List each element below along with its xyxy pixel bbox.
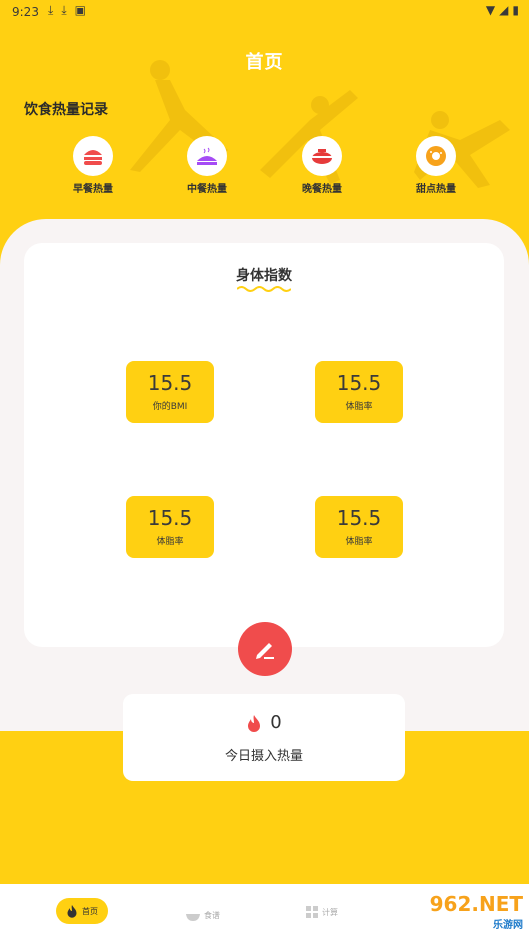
status-notification-icons: ⤓ ⤓ ▣ [48,3,86,18]
meal-row: 早餐热量 中餐热量 晚餐热量 甜点热量 [0,136,529,196]
metric-value: 15.5 [147,506,193,530]
watermark-logo: 962.NET 乐游网 [430,892,523,931]
app-icon: ▣ [74,3,86,17]
metric-label: 体脂率 [345,537,373,547]
bowl-icon [186,913,200,921]
flame-icon [67,905,77,918]
intake-card: 0 今日摄入热量 [123,694,405,781]
metric-value: 15.5 [147,371,193,395]
edit-button[interactable] [238,622,292,676]
tab-label: 计算 [322,907,338,917]
body-index-card: 身体指数 15.5 你的BMI 15.5 体脂率 15.5 体脂率 15.5 体… [24,243,504,647]
status-system-icons: ▼ ◢ ▮ [486,3,519,17]
tab-label: 首页 [82,906,98,916]
section-label: 饮食热量记录 [24,102,108,118]
metric-body-fat: 15.5 体脂率 [315,496,403,558]
intake-value: 0 [270,712,282,733]
tab-home[interactable]: 首页 [56,898,108,924]
meal-label: 甜点热量 [416,184,456,195]
meal-dinner-button[interactable]: 晚餐热量 [287,136,357,195]
metric-value: 15.5 [336,506,382,530]
meal-breakfast-button[interactable]: 早餐热量 [58,136,128,195]
dinner-icon [302,136,342,176]
meal-label: 中餐热量 [187,184,227,195]
breakfast-icon [73,136,113,176]
meal-lunch-button[interactable]: 中餐热量 [172,136,242,195]
wifi-icon: ▼ [485,3,496,17]
grid-icon [306,906,318,918]
metric-label: 体脂率 [345,402,373,412]
watermark-main: 962.NET [429,892,523,916]
card-title: 身体指数 [236,268,292,284]
tab-recipes[interactable]: 食谱 [186,910,220,921]
intake-label: 今日摄入热量 [224,749,303,764]
battery-icon: ▮ [512,3,519,17]
dessert-icon [416,136,456,176]
title-underline-decoration [237,286,291,292]
tab-calculate[interactable]: 计算 [306,906,338,918]
lunch-icon [187,136,227,176]
download-icon: ⤓ [48,3,54,17]
metric-label: 体脂率 [156,537,184,547]
status-time: 9:23 [12,5,39,19]
download-icon: ⤓ [61,3,67,17]
metric-bmi: 15.5 你的BMI [126,361,214,423]
metric-label: 你的BMI [152,402,188,412]
metric-body-fat: 15.5 体脂率 [315,361,403,423]
flame-icon [248,714,261,732]
signal-icon: ◢ [499,3,509,17]
metric-body-fat: 15.5 体脂率 [126,496,214,558]
meal-dessert-button[interactable]: 甜点热量 [401,136,471,195]
page-title: 首页 [245,52,284,73]
tab-label: 食谱 [204,911,220,920]
meal-label: 早餐热量 [73,184,113,195]
watermark-sub: 乐游网 [493,920,523,931]
meal-label: 晚餐热量 [302,184,342,195]
pencil-icon [256,643,274,659]
metric-value: 15.5 [336,371,382,395]
status-bar: 9:23 ⤓ ⤓ ▣ ▼ ◢ ▮ [0,0,529,24]
